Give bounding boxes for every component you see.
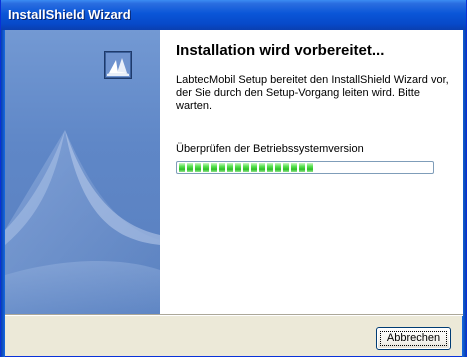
progress-segment <box>243 163 249 172</box>
progress-segment <box>299 163 305 172</box>
progress-segment <box>179 163 185 172</box>
progress-segment <box>187 163 193 172</box>
progress-fill <box>179 163 431 172</box>
footer-divider <box>5 314 463 316</box>
installshield-logo-icon <box>104 51 132 79</box>
progress-segment <box>259 163 265 172</box>
cancel-button-label: Abbrechen <box>386 332 441 344</box>
progress-segment <box>227 163 233 172</box>
page-title: Installation wird vorbereitet... <box>176 42 385 59</box>
progress-segment <box>235 163 241 172</box>
progress-segment <box>251 163 257 172</box>
progress-segment <box>291 163 297 172</box>
side-banner <box>5 30 160 314</box>
cancel-button[interactable]: Abbrechen <box>376 327 451 350</box>
installshield-sails-graphic <box>5 130 160 314</box>
progress-bar <box>176 161 434 174</box>
status-text: Überprüfen der Betriebssystemversion <box>176 143 364 155</box>
progress-segment <box>195 163 201 172</box>
installshield-window: InstallShield Wizard Installation wird v… <box>0 0 467 357</box>
progress-segment <box>211 163 217 172</box>
setup-description: LabtecMobil Setup bereitet den InstallSh… <box>176 74 449 112</box>
progress-segment <box>203 163 209 172</box>
progress-segment <box>267 163 273 172</box>
progress-segment <box>275 163 281 172</box>
progress-segment <box>219 163 225 172</box>
title-bar[interactable]: InstallShield Wizard <box>1 0 466 30</box>
progress-segment <box>307 163 313 172</box>
window-title: InstallShield Wizard <box>8 7 131 22</box>
progress-segment <box>283 163 289 172</box>
